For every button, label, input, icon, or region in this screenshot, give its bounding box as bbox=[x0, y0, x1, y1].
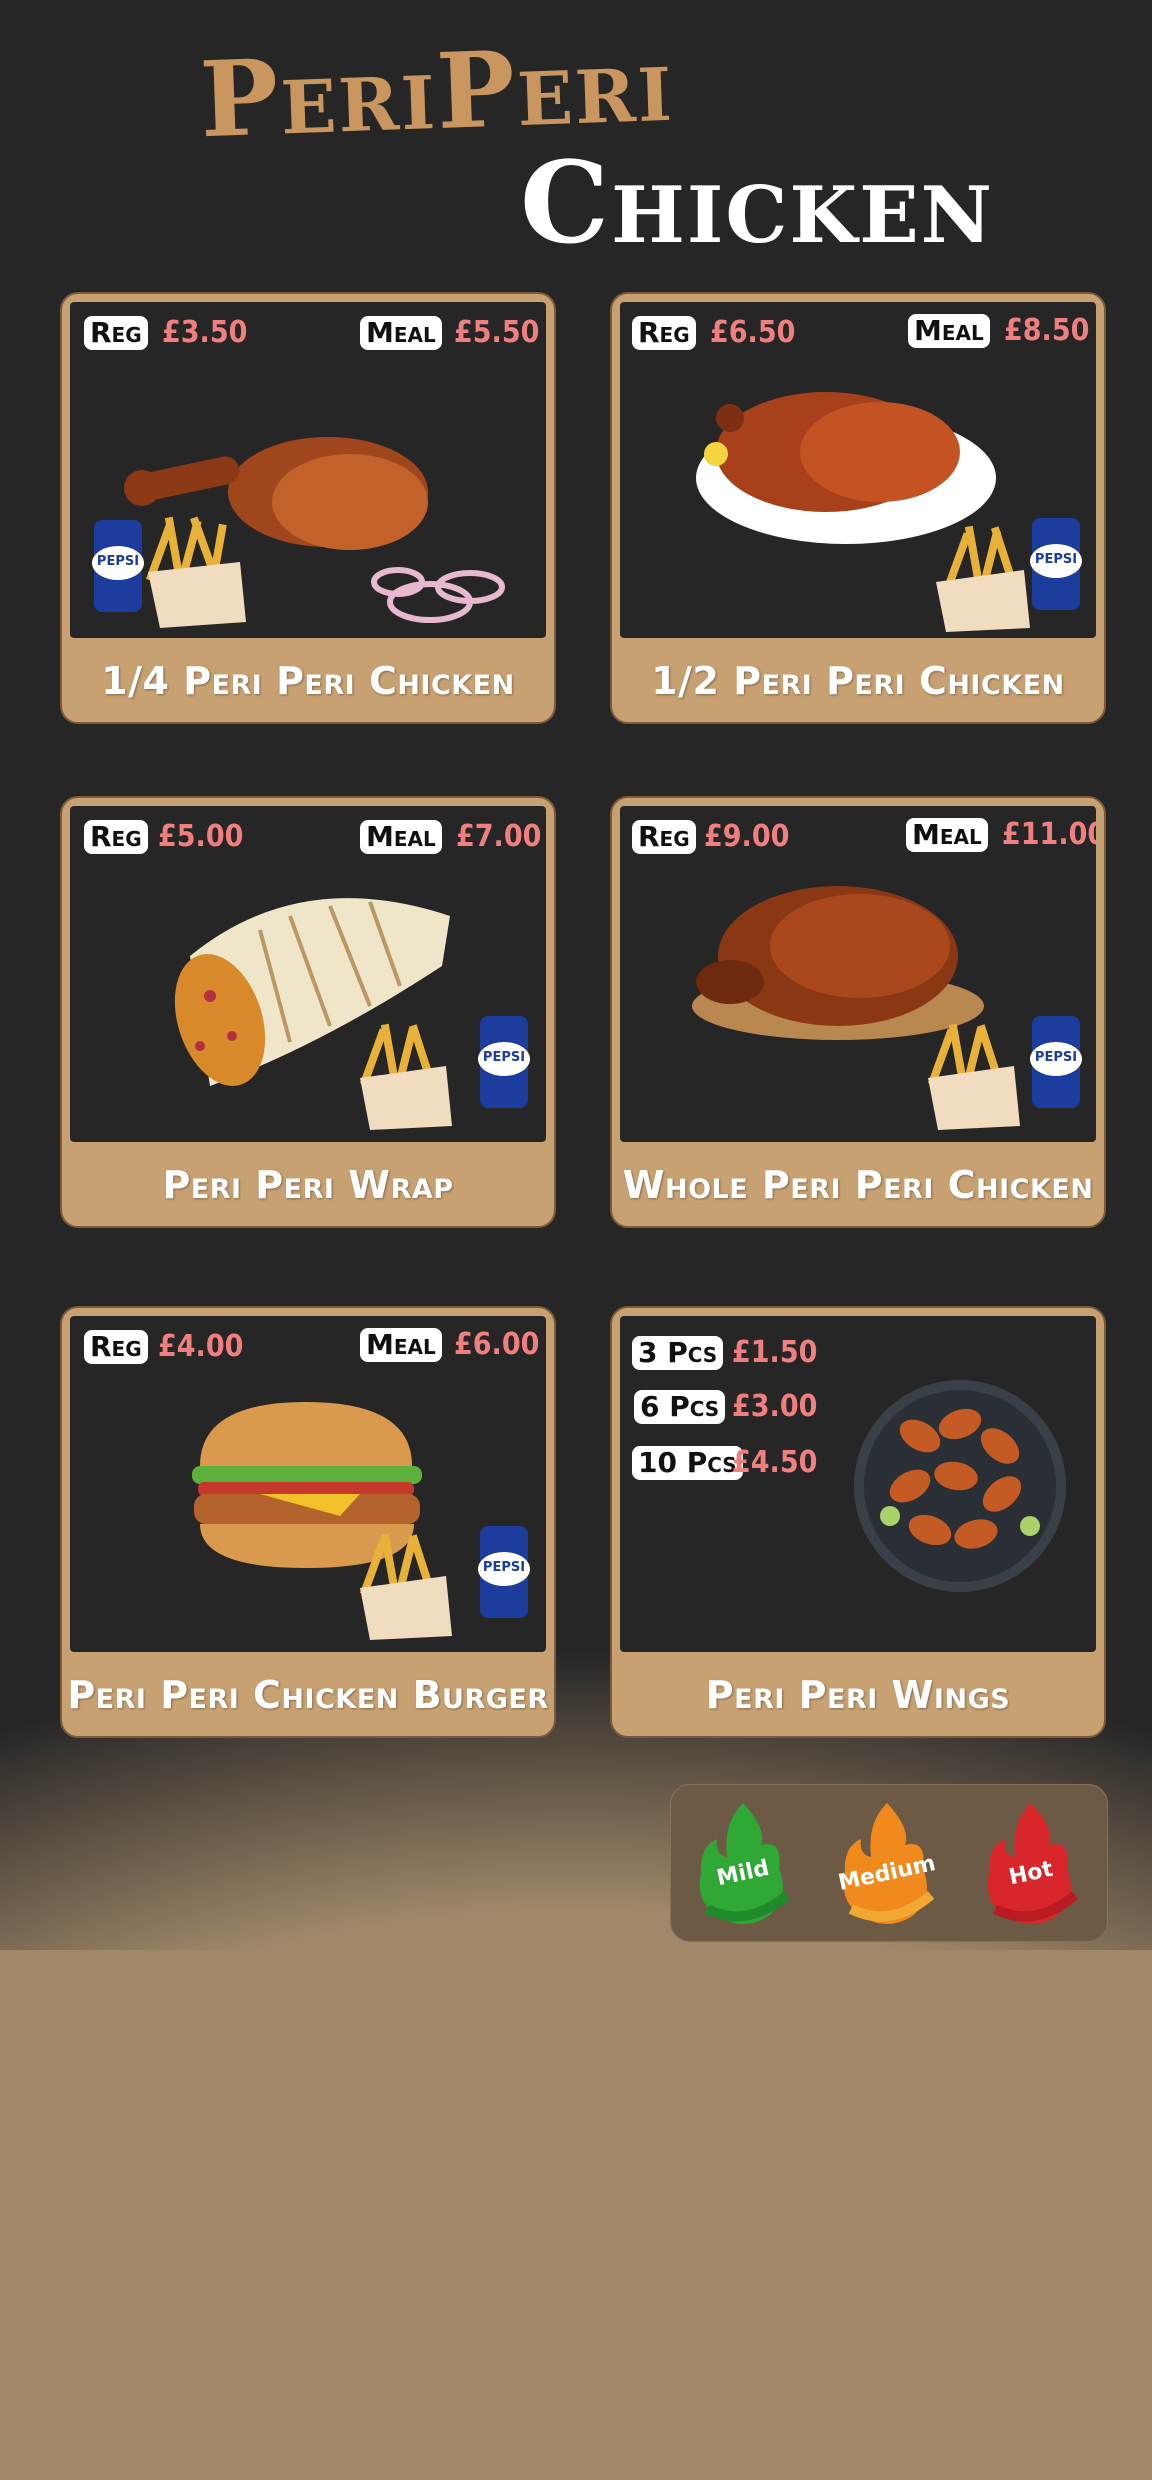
item-name: Peri Peri Chicken Burger bbox=[67, 1673, 549, 1717]
item-name: 1/4 Peri Peri Chicken bbox=[101, 659, 515, 703]
whole-chicken-illustration bbox=[692, 886, 1020, 1130]
title-chicken: Chicken bbox=[520, 138, 994, 269]
menu-card-wrap[interactable]: Reg £5.00 Meal £7.00 PEPSI Peri Peri Wra… bbox=[60, 796, 556, 1228]
product-photo: Reg £4.00 Meal £6.00 PEPSI bbox=[70, 1316, 546, 1652]
item-name: Whole Peri Peri Chicken bbox=[622, 1163, 1094, 1207]
mild-flame-icon[interactable]: Mild bbox=[687, 1799, 799, 1927]
spice-level-panel: Mild Medium Hot bbox=[670, 1784, 1108, 1942]
item-name: Peri Peri Wings bbox=[705, 1673, 1011, 1717]
burger-illustration bbox=[192, 1402, 452, 1640]
pepsi-can: PEPSI bbox=[478, 1526, 530, 1618]
pepsi-can: PEPSI bbox=[1030, 1016, 1082, 1108]
product-photo: Reg £3.50 Meal £5.50 PEPSI bbox=[70, 302, 546, 638]
pepsi-can: PEPSI bbox=[92, 520, 144, 612]
wings-illustration bbox=[854, 1380, 1066, 1592]
half-chicken-illustration bbox=[696, 392, 1030, 632]
menu-card-burger[interactable]: Reg £4.00 Meal £6.00 PEPSI Peri Peri Chi… bbox=[60, 1306, 556, 1738]
product-photo: Reg £6.50 Meal £8.50 PEPSI bbox=[620, 302, 1096, 638]
pepsi-can: PEPSI bbox=[1030, 518, 1082, 610]
item-name: Peri Peri Wrap bbox=[162, 1163, 454, 1207]
menu-card-wings[interactable]: 3 Pcs £1.50 6 Pcs £3.00 10 Pcs £4.50 Per… bbox=[610, 1306, 1106, 1738]
pepsi-can: PEPSI bbox=[478, 1016, 530, 1108]
menu-card-whole-chicken[interactable]: Reg £9.00 Meal £11.00 PEPSI Whole Peri P… bbox=[610, 796, 1106, 1228]
background-glow bbox=[0, 1950, 1152, 2480]
menu-card-quarter-chicken[interactable]: Reg £3.50 Meal £5.50 PEPSI 1/4 Peri Peri… bbox=[60, 292, 556, 724]
product-photo: Reg £5.00 Meal £7.00 PEPSI bbox=[70, 806, 546, 1142]
product-photo: 3 Pcs £1.50 6 Pcs £3.00 10 Pcs £4.50 bbox=[620, 1316, 1096, 1652]
medium-flame-icon[interactable]: Medium bbox=[831, 1799, 943, 1927]
item-name: 1/2 Peri Peri Chicken bbox=[651, 659, 1065, 703]
wrap-illustration bbox=[174, 898, 452, 1130]
product-photo: Reg £9.00 Meal £11.00 PEPSI bbox=[620, 806, 1096, 1142]
menu-card-half-chicken[interactable]: Reg £6.50 Meal £8.50 PEPSI 1/2 Peri Peri… bbox=[610, 292, 1106, 724]
hot-flame-icon[interactable]: Hot bbox=[975, 1799, 1087, 1927]
